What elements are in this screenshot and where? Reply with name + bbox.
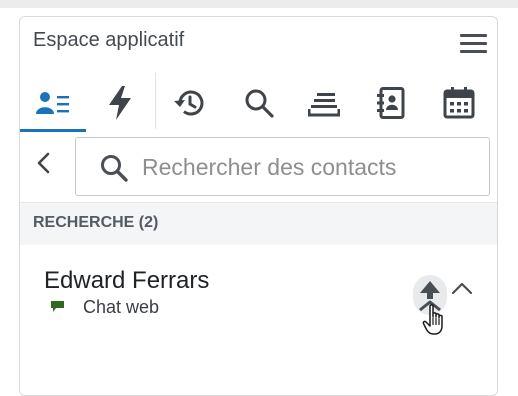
results-heading-bar: RECHERCHE (2) (20, 202, 497, 245)
applicative-space-panel: Espace applicatif Rechercher des contact… (19, 16, 498, 396)
calendar-icon (443, 87, 475, 119)
collapse-button[interactable] (448, 276, 476, 300)
tab-calendar[interactable] (426, 73, 492, 133)
tab-queue[interactable] (291, 73, 357, 133)
address-book-icon (377, 87, 405, 119)
queue-tray-icon (308, 93, 340, 117)
hamburger-menu-icon[interactable] (459, 31, 489, 57)
tab-bar (20, 73, 497, 133)
contact-search-box[interactable] (75, 137, 490, 196)
tab-search[interactable] (226, 73, 292, 133)
contact-result-item[interactable]: Edward Ferrars Chat web (20, 246, 497, 395)
contact-list-icon (36, 92, 69, 114)
chevron-left-icon (37, 152, 50, 174)
contact-channel: Chat web (83, 297, 160, 317)
tab-directory[interactable] (358, 73, 424, 133)
contact-search-input[interactable] (142, 148, 472, 186)
tab-history[interactable] (156, 73, 222, 133)
panel-header: Espace applicatif (20, 17, 497, 73)
chevron-up-icon (451, 282, 473, 295)
search-row (20, 135, 497, 201)
panel-title: Espace applicatif (33, 29, 185, 51)
lightning-icon (109, 86, 131, 120)
contact-name: Edward Ferrars (44, 267, 210, 294)
history-icon (174, 90, 204, 116)
window-top-strip (0, 0, 518, 8)
chat-bubble-icon (51, 301, 64, 312)
hand-cursor-icon (422, 304, 443, 335)
tab-contacts[interactable] (20, 73, 86, 133)
back-button[interactable] (28, 145, 58, 181)
search-icon (101, 155, 128, 182)
results-heading: RECHERCHE (2) (33, 214, 159, 231)
search-icon (245, 89, 274, 118)
tab-actions[interactable] (87, 73, 153, 133)
